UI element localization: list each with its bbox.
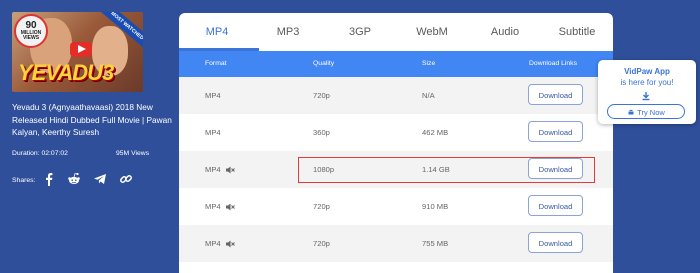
tab-webm[interactable]: WebM	[416, 13, 448, 51]
shares-label: Shares:	[12, 177, 36, 184]
reddit-icon[interactable]	[67, 172, 81, 186]
download-card: MP4 MP3 3GP WebM Audio Subtitle Format Q…	[179, 13, 613, 273]
header-quality: Quality	[313, 60, 335, 67]
size-cell: 755 MB	[422, 239, 449, 248]
size-cell: 910 MB	[422, 202, 449, 211]
tab-subtitle[interactable]: Subtitle	[559, 13, 596, 51]
play-icon[interactable]	[70, 42, 92, 57]
video-thumbnail[interactable]: 90 MILLION VIEWS MOST WATCHED YEVADU3	[12, 12, 143, 92]
tab-mp3[interactable]: MP3	[277, 13, 300, 51]
tab-audio[interactable]: Audio	[491, 13, 519, 51]
quality-cell: 720p	[313, 239, 330, 248]
size-cell: 462 MB	[422, 128, 449, 137]
tab-3gp[interactable]: 3GP	[349, 13, 371, 51]
tab-mp4[interactable]: MP4	[206, 13, 229, 51]
muted-icon	[226, 166, 235, 174]
try-now-label: Try Now	[637, 108, 665, 117]
video-title: Yevadu 3 (Agnyaathavaasi) 2018 New Relea…	[12, 102, 172, 137]
app-promo-title: VidPaw App	[624, 67, 670, 76]
video-views: 95M Views	[116, 150, 150, 157]
views-badge: 90 MILLION VIEWS	[14, 14, 48, 48]
movie-logo: YEVADU3	[18, 60, 114, 85]
download-button[interactable]: Download	[528, 121, 583, 142]
format-cell: MP4	[205, 91, 221, 100]
quality-cell: 360p	[313, 128, 330, 137]
muted-icon	[226, 240, 235, 248]
muted-icon	[226, 203, 235, 211]
format-tabs: MP4 MP3 3GP WebM Audio Subtitle	[179, 13, 613, 51]
download-button[interactable]: Download	[528, 195, 583, 216]
highlight-annotation	[298, 157, 595, 183]
table-row: MP4 360p 462 MB Download	[179, 114, 613, 151]
size-cell: N/A	[422, 91, 435, 100]
table-row: MP4 720p N/A Download	[179, 77, 613, 114]
quality-cell: 720p	[313, 202, 330, 211]
download-button[interactable]: Download	[528, 232, 583, 253]
header-size: Size	[422, 60, 436, 67]
download-button[interactable]: Download	[528, 84, 583, 105]
app-promo-popup: VidPaw App is here for you! Try Now	[598, 60, 696, 124]
app-promo-subtitle: is here for you!	[620, 78, 674, 87]
table-row: MP4 720p 755 MB Download	[179, 225, 613, 262]
format-cell: MP4	[205, 165, 221, 174]
android-icon	[628, 109, 634, 115]
download-icon	[642, 92, 650, 101]
header-format: Format	[205, 60, 227, 67]
video-duration: Duration: 02:07:02	[12, 150, 68, 157]
views-badge-text: MILLION VIEWS	[20, 30, 42, 41]
format-cell: MP4	[205, 202, 221, 211]
link-icon[interactable]	[119, 172, 133, 186]
quality-cell: 720p	[313, 91, 330, 100]
table-row: MP4 720p 910 MB Download	[179, 188, 613, 225]
header-download-links: Download Links	[529, 60, 577, 67]
table-header: Format Quality Size Download Links	[179, 51, 613, 77]
telegram-icon[interactable]	[93, 172, 107, 186]
facebook-icon[interactable]	[42, 172, 56, 186]
format-cell: MP4	[205, 239, 221, 248]
format-cell: MP4	[205, 128, 221, 137]
try-now-button[interactable]: Try Now	[607, 104, 685, 119]
